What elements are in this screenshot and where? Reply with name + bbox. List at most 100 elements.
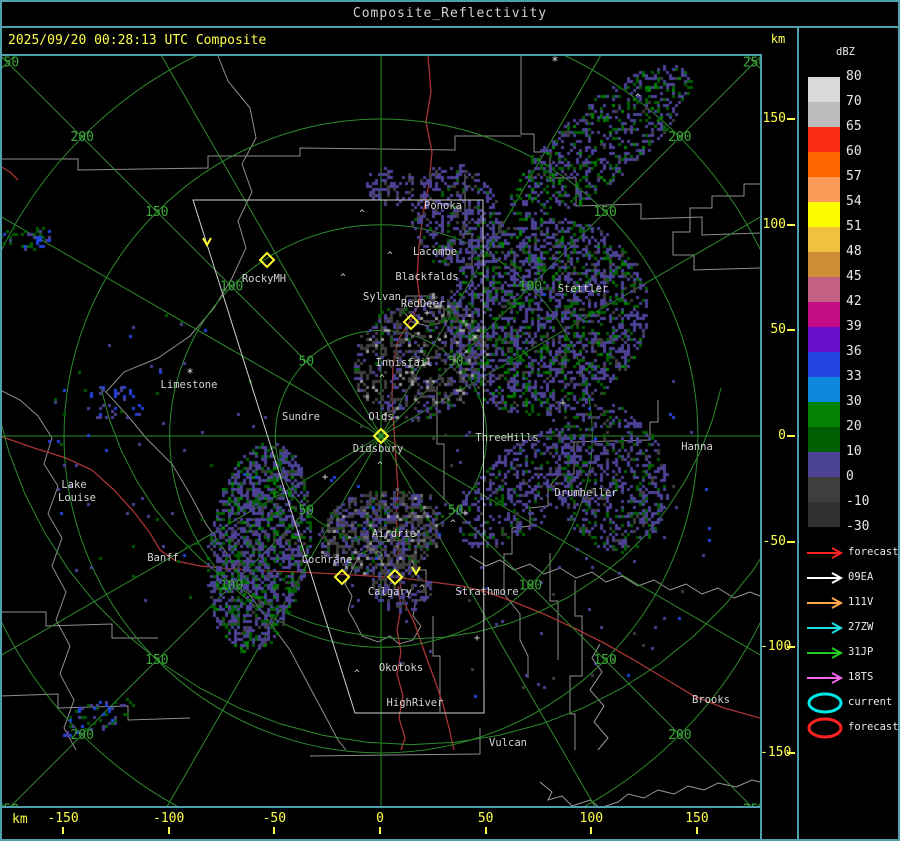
x-tick-label: -150 — [47, 811, 79, 826]
ring-label-50: 50 — [298, 354, 314, 369]
dbz-band-42 — [808, 302, 840, 327]
y-tick-label: -50 — [762, 533, 786, 549]
city-label-sundre: Sundre — [282, 411, 320, 423]
ring-label-250: 250 — [0, 56, 19, 70]
legend-item-label: 27ZW — [848, 621, 874, 633]
title-bar: Composite_Reflectivity — [0, 0, 900, 28]
city-label-cochrane: Cochrane — [302, 554, 353, 566]
x-tick-label: 150 — [685, 811, 709, 826]
dbz-band-value: 48 — [846, 244, 862, 259]
dbz-band-value: 51 — [846, 219, 862, 234]
y-tick-label: 50 — [770, 322, 786, 338]
city-label-innisfail: Innisfail — [376, 357, 433, 369]
ring-label-200: 200 — [668, 728, 691, 743]
legend-item-label: forecast — [848, 721, 899, 733]
city-label-threehills: ThreeHills — [475, 432, 538, 444]
city-label-limestone: Limestone — [161, 379, 218, 391]
dbz-band-48 — [808, 252, 840, 277]
current-ellipse-icon — [807, 692, 843, 714]
storm-marker: + — [322, 472, 328, 483]
x-tick-mark — [590, 827, 593, 834]
dbz-band-70 — [808, 102, 840, 127]
city-label-stettler: Stettler — [558, 283, 609, 295]
storm-marker: ^ — [377, 461, 383, 471]
dbz-band-80 — [808, 77, 840, 102]
map-bottom-separator — [0, 806, 762, 808]
y-tick-mark — [787, 435, 795, 437]
storm-marker: ^ — [354, 669, 360, 679]
x-tick-mark — [484, 827, 487, 834]
city-label-blackfalds: Blackfalds — [395, 271, 458, 283]
x-tick-label: 100 — [579, 811, 604, 826]
radar-site-icon — [333, 568, 351, 586]
x-tick-mark — [62, 827, 65, 834]
storm-marker: ^ — [340, 273, 346, 283]
city-label-calgary: Calgary — [368, 586, 412, 598]
dbz-band--10 — [808, 502, 840, 527]
city-label-lacombe: Lacombe — [413, 246, 457, 258]
city-label-vulcan: Vulcan — [489, 737, 527, 749]
y-tick-mark — [787, 118, 795, 121]
storm-marker: + — [424, 308, 430, 319]
storm-marker: ^ — [635, 93, 641, 103]
storm-marker: * — [551, 56, 558, 68]
ring-label-100: 100 — [220, 280, 243, 295]
ring-label-100: 100 — [519, 280, 542, 295]
09EA-arrow-icon — [807, 572, 844, 584]
city-label-strathmore: Strathmore — [455, 586, 518, 598]
dbz-band-value: 30 — [846, 394, 862, 409]
y-tick-mark — [787, 751, 795, 754]
y-tick-mark — [787, 329, 795, 332]
x-axis-unit-label: km — [12, 812, 28, 827]
y-axis-unit-label: km — [770, 32, 786, 46]
y-tick-label: -150 — [760, 744, 792, 760]
y-tick-label: 0 — [778, 428, 786, 443]
x-tick-mark — [695, 827, 698, 834]
dbz-band-33 — [808, 377, 840, 402]
dbz-band-65 — [808, 127, 840, 152]
dbz-band-10 — [808, 452, 840, 477]
dbz-band-45 — [808, 277, 840, 302]
ring-label-150: 150 — [593, 205, 616, 220]
dbz-band-51 — [808, 227, 840, 252]
y-tick-label: -100 — [760, 639, 792, 655]
ring-label-200: 200 — [70, 728, 93, 743]
dbz-band-value: 33 — [846, 369, 862, 384]
x-tick-mark — [167, 827, 170, 834]
y-tick-label: 150 — [762, 111, 786, 127]
storm-marker: + — [462, 508, 468, 519]
storm-marker: ^ — [387, 251, 393, 261]
dbz-band-36 — [808, 352, 840, 377]
dbz-band-value: 36 — [846, 344, 862, 359]
dbz-band-57 — [808, 177, 840, 202]
dbz-band-value: 65 — [846, 119, 862, 134]
legend-item-label: forecast — [848, 546, 899, 558]
legend-item-label: 18TS — [848, 671, 874, 683]
18TS-arrow-icon — [807, 672, 844, 684]
dbz-band-value: 57 — [846, 169, 862, 184]
storm-marker: * — [186, 366, 193, 380]
ring-label-150: 150 — [593, 653, 616, 668]
x-tick-mark — [273, 827, 276, 834]
dbz-band-60 — [808, 152, 840, 177]
city-label-okotoks: Okotoks — [379, 662, 423, 674]
window-title: Composite_Reflectivity — [352, 6, 548, 21]
y-tick-mark — [787, 646, 795, 649]
ring-label-100: 100 — [519, 578, 542, 593]
city-label-banff: Banff — [147, 552, 179, 564]
city-label-highriver: HighRiver — [387, 697, 444, 709]
city-label-brooks: Brooks — [692, 694, 730, 706]
dbz-band-value: 80 — [846, 69, 862, 84]
radar-site-icon — [258, 251, 276, 269]
dbz-band-value: 70 — [846, 94, 862, 109]
storm-marker: * — [471, 332, 478, 346]
ring-label-250: 250 — [743, 56, 760, 70]
radar-map: 50 50 50 50 100 100 100 100 150 150 150 150 200 200 20… — [0, 56, 760, 806]
radar-site-icon — [402, 313, 420, 331]
dbz-band-value: -30 — [846, 519, 870, 534]
map-right-separator — [760, 56, 762, 841]
dbz-band-value: 45 — [846, 269, 862, 284]
city-label-hanna: Hanna — [681, 441, 713, 453]
x-tick-label: 50 — [477, 811, 494, 826]
legend-item-label: current — [848, 696, 893, 708]
